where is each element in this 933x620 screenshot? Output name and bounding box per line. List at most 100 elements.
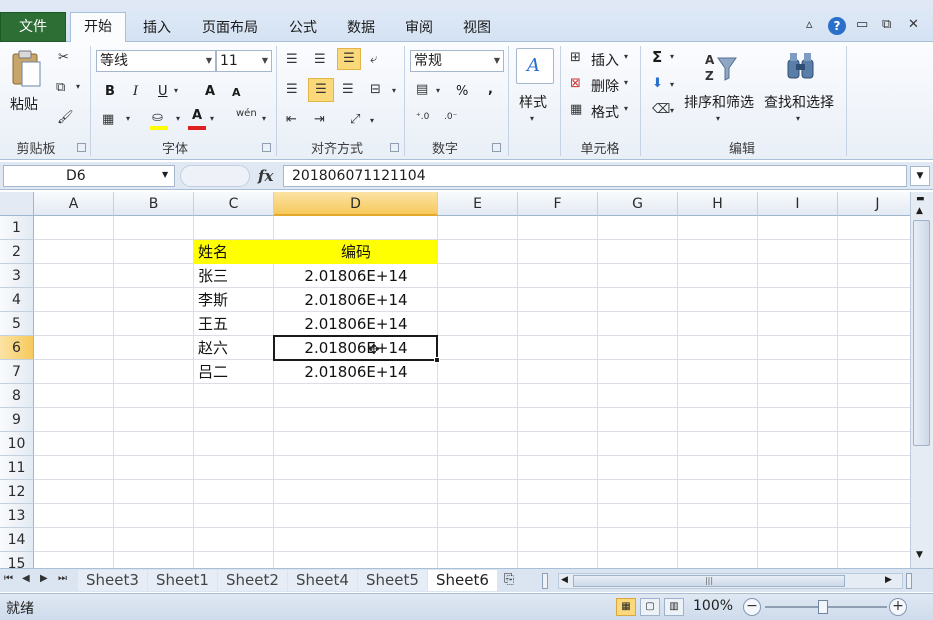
phonetic-guide-icon[interactable]: wén: [236, 108, 257, 119]
restore-icon[interactable]: ⧉: [882, 17, 891, 32]
sheet-tab-sheet2[interactable]: Sheet2: [218, 570, 287, 591]
row-header[interactable]: 1: [0, 216, 34, 240]
grow-font-button[interactable]: A: [205, 84, 215, 99]
select-all-corner[interactable]: [0, 192, 34, 216]
decrease-indent-icon[interactable]: ⇤: [286, 112, 297, 127]
paste-button[interactable]: 粘贴: [10, 94, 38, 114]
cell-d4[interactable]: 2.01806E+14: [274, 288, 438, 312]
column-header-e[interactable]: E: [438, 192, 518, 216]
autosum-icon[interactable]: Σ: [652, 48, 662, 66]
format-painter-icon[interactable]: 🖌: [57, 110, 74, 125]
row-header[interactable]: 11: [0, 456, 34, 480]
row-header[interactable]: 13: [0, 504, 34, 528]
hscroll-split-handle[interactable]: [906, 573, 912, 589]
paste-icon[interactable]: [10, 50, 42, 88]
row-header[interactable]: 5: [0, 312, 34, 336]
cut-icon[interactable]: ✂: [58, 50, 69, 65]
worksheet-grid[interactable]: A B C D E F G H I J 1 2 3 4 5 6 7 8 9 10…: [0, 192, 910, 568]
decrease-decimal-icon[interactable]: .0⁻: [444, 112, 457, 122]
cell-c2[interactable]: 姓名: [194, 240, 274, 264]
clear-dropdown-icon[interactable]: ▾: [670, 106, 674, 115]
formula-bar-splitter[interactable]: [180, 165, 250, 187]
copy-dropdown-icon[interactable]: ▾: [76, 82, 80, 91]
insert-cells-button[interactable]: 插入: [591, 50, 619, 70]
column-header-d[interactable]: D: [274, 192, 438, 216]
phonetic-dropdown-icon[interactable]: ▾: [262, 114, 266, 123]
tab-view[interactable]: 视图: [454, 14, 500, 42]
font-color-dropdown-icon[interactable]: ▾: [210, 114, 214, 123]
scroll-right-icon[interactable]: ▶: [885, 575, 892, 585]
align-left-icon[interactable]: ☰: [286, 82, 298, 97]
fill-dropdown-icon[interactable]: ▾: [670, 80, 674, 89]
delete-cells-button[interactable]: 删除: [591, 76, 619, 96]
increase-indent-icon[interactable]: ⇥: [314, 112, 325, 127]
format-dropdown-icon[interactable]: ▾: [624, 104, 628, 113]
vertical-scroll-thumb[interactable]: [913, 220, 930, 446]
cell-c7[interactable]: 吕二: [194, 360, 274, 384]
font-name-combo[interactable]: 等线 ▼: [96, 50, 216, 72]
sort-filter-icon[interactable]: A Z: [704, 50, 738, 84]
align-center-icon[interactable]: ☰: [308, 78, 334, 102]
sheet-tab-sheet6[interactable]: Sheet6: [428, 570, 497, 591]
formula-input[interactable]: 201806071121104: [283, 165, 907, 187]
tab-formulas[interactable]: 公式: [280, 14, 326, 42]
cell-d7[interactable]: 2.01806E+14: [274, 360, 438, 384]
fill-handle[interactable]: [434, 357, 440, 363]
cell-d3[interactable]: 2.01806E+14: [274, 264, 438, 288]
delete-cells-icon[interactable]: ⊠: [570, 76, 581, 91]
tab-file[interactable]: 文件: [0, 12, 66, 42]
formula-bar-expand-icon[interactable]: ▼: [910, 166, 930, 186]
column-header-g[interactable]: G: [598, 192, 678, 216]
cell-c4[interactable]: 李斯: [194, 288, 274, 312]
shrink-font-button[interactable]: A: [232, 86, 241, 99]
zoom-out-icon[interactable]: −: [743, 598, 761, 616]
percent-style-button[interactable]: %: [456, 84, 468, 99]
row-header[interactable]: 15: [0, 552, 34, 568]
insert-dropdown-icon[interactable]: ▾: [624, 52, 628, 61]
name-box-dropdown-icon[interactable]: ▼: [162, 170, 168, 179]
column-header-f[interactable]: F: [518, 192, 598, 216]
normal-view-icon[interactable]: ▦: [616, 598, 636, 616]
fill-color-dropdown-icon[interactable]: ▾: [176, 114, 180, 123]
align-middle-icon[interactable]: ☰: [314, 52, 326, 67]
fill-color-icon[interactable]: ⛀: [152, 110, 163, 125]
column-header-h[interactable]: H: [678, 192, 758, 216]
split-handle-icon[interactable]: ▬: [916, 194, 925, 204]
clipboard-launcher-icon[interactable]: [77, 143, 86, 152]
insert-cells-icon[interactable]: ⊞: [570, 50, 581, 65]
accounting-dropdown-icon[interactable]: ▾: [436, 86, 440, 95]
insert-function-icon[interactable]: fx: [258, 167, 273, 185]
row-header[interactable]: 3: [0, 264, 34, 288]
border-dropdown-icon[interactable]: ▾: [126, 114, 130, 123]
close-icon[interactable]: ✕: [908, 17, 919, 32]
row-header[interactable]: 6: [0, 336, 34, 360]
italic-button[interactable]: I: [133, 84, 138, 99]
format-cells-button[interactable]: 格式: [591, 102, 619, 122]
next-sheet-icon[interactable]: ▶: [40, 573, 48, 584]
column-header-i[interactable]: I: [758, 192, 838, 216]
row-header[interactable]: 7: [0, 360, 34, 384]
autosum-dropdown-icon[interactable]: ▾: [670, 52, 674, 61]
sort-filter-button[interactable]: 排序和筛选: [684, 92, 754, 112]
find-select-icon[interactable]: [786, 50, 816, 82]
tab-insert[interactable]: 插入: [134, 14, 180, 42]
tab-page-layout[interactable]: 页面布局: [192, 14, 268, 42]
find-select-dropdown-icon[interactable]: ▾: [796, 114, 800, 123]
scroll-up-icon[interactable]: ▲: [916, 206, 923, 216]
tab-data[interactable]: 数据: [338, 14, 384, 42]
column-header-j[interactable]: J: [838, 192, 910, 216]
styles-button[interactable]: 样式: [519, 92, 547, 112]
row-header[interactable]: 14: [0, 528, 34, 552]
copy-icon[interactable]: ⧉: [56, 80, 65, 95]
underline-dropdown-icon[interactable]: ▾: [174, 86, 178, 95]
border-icon[interactable]: ▦: [102, 112, 114, 127]
cell-c3[interactable]: 张三: [194, 264, 274, 288]
number-format-combo[interactable]: 常规 ▼: [410, 50, 504, 72]
delete-dropdown-icon[interactable]: ▾: [624, 78, 628, 87]
accounting-format-icon[interactable]: ▤: [416, 82, 428, 97]
ribbon-minimize-icon[interactable]: ▵: [806, 17, 813, 32]
merge-center-icon[interactable]: ⊟: [370, 82, 381, 97]
vertical-scrollbar[interactable]: ▬ ▲ ▼: [910, 192, 933, 568]
row-header[interactable]: 4: [0, 288, 34, 312]
wrap-text-icon[interactable]: ⤶: [370, 52, 377, 67]
